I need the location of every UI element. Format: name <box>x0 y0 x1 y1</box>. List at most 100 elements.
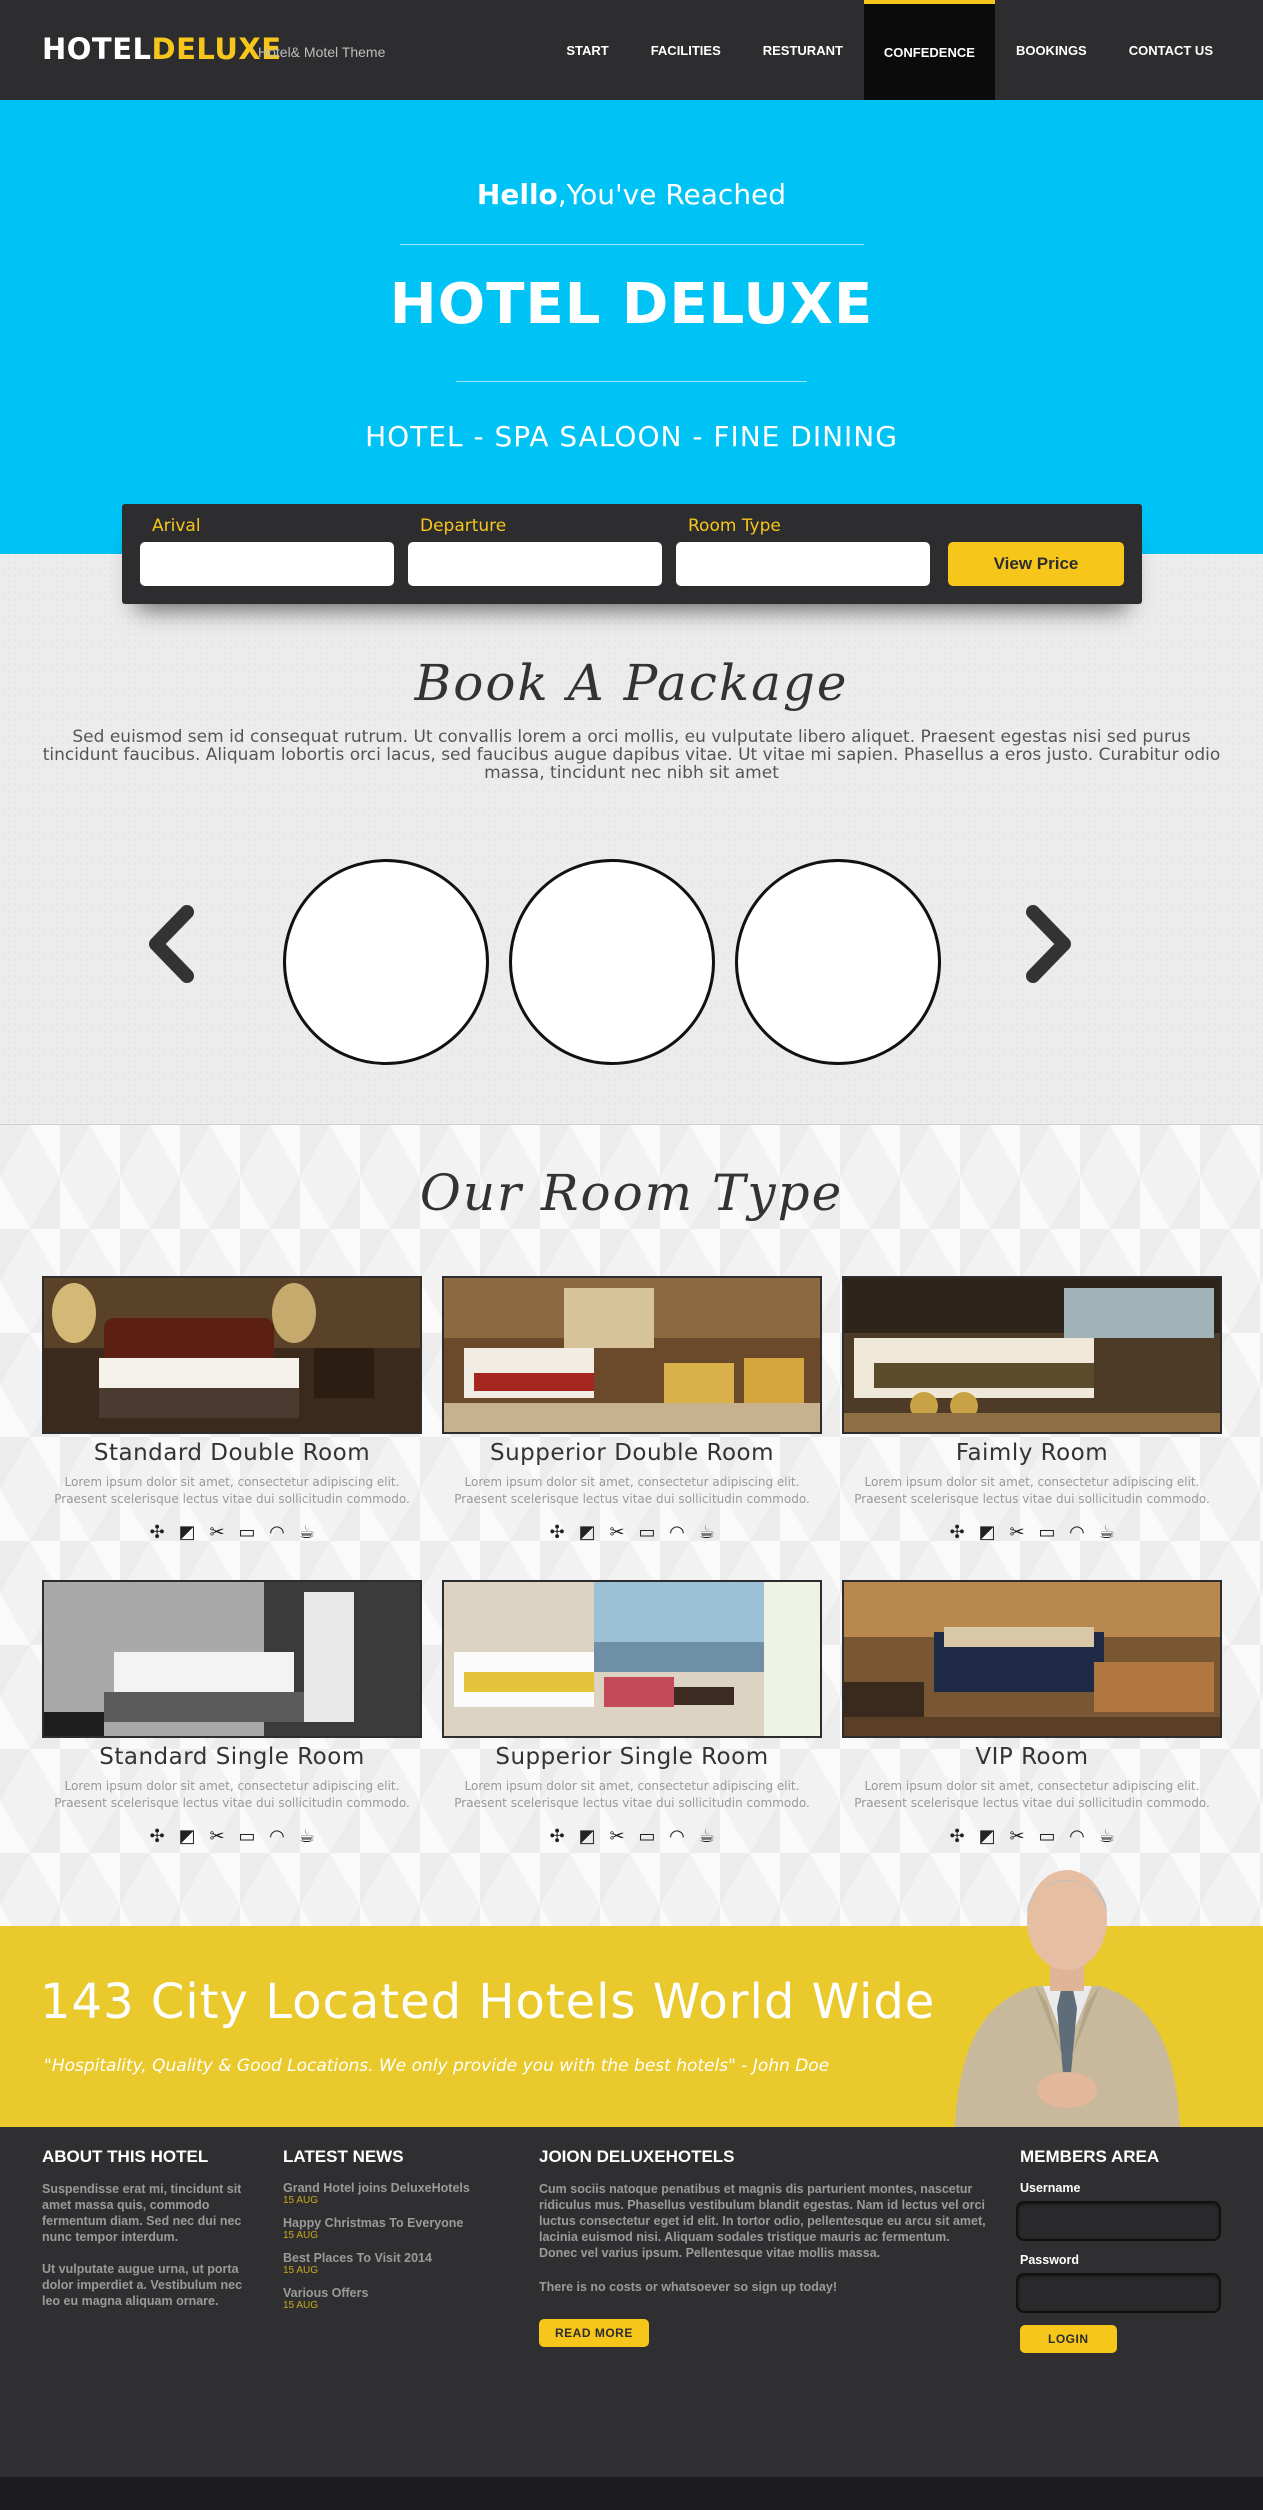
coffee-icon: ☕ <box>698 1826 716 1847</box>
main-nav: START FACILITIES RESTURANT CONFEDENCE BO… <box>545 0 1263 100</box>
iron-icon: ✂ <box>609 1522 625 1543</box>
view-price-button[interactable]: View Price <box>948 542 1124 586</box>
wifi-icon: ◠ <box>269 1522 285 1543</box>
hair-dryer-icon: ◩ <box>178 1826 196 1847</box>
hero-divider-top <box>400 244 864 245</box>
room-type-field-group: Room Type <box>676 516 930 586</box>
join-heading: JOION DELUXEHOTELS <box>539 2147 735 2166</box>
room-name: Faimly Room <box>955 1440 1109 1466</box>
room-photo[interactable] <box>842 1580 1222 1738</box>
wifi-icon: ◠ <box>1069 1826 1085 1847</box>
banner-quote: "Hospitality, Quality & Good Locations. … <box>44 2056 830 2076</box>
about-heading: ABOUT THIS HOTEL <box>42 2147 209 2166</box>
nav-contact-us[interactable]: CONTACT US <box>1108 0 1263 100</box>
nav-confedence[interactable]: CONFEDENCE <box>863 0 995 100</box>
nav-bookings[interactable]: BOOKINGS <box>995 0 1108 100</box>
news-item[interactable]: Grand Hotel joins DeluxeHotels 15 AUG <box>283 2181 503 2206</box>
news-date: 15 AUG <box>283 2230 319 2241</box>
nav-resturant[interactable]: RESTURANT <box>742 0 864 100</box>
room-photo[interactable] <box>842 1276 1222 1434</box>
login-button[interactable]: LOGIN <box>1020 2325 1117 2353</box>
read-more-button[interactable]: READ MORE <box>539 2319 649 2347</box>
username-input[interactable] <box>1016 2201 1221 2241</box>
password-input[interactable] <box>1016 2273 1221 2313</box>
coffee-icon: ☕ <box>298 1522 316 1543</box>
package-slide-3[interactable] <box>735 859 941 1065</box>
news-title[interactable]: Happy Christmas To Everyone <box>283 2216 503 2230</box>
room-card[interactable]: Supperior Double Room Lorem ipsum dolor … <box>442 1276 822 1566</box>
package-slide-2[interactable] <box>509 859 715 1065</box>
room-name: Supperior Single Room <box>495 1744 769 1770</box>
room-card[interactable]: Standard Single Room Lorem ipsum dolor s… <box>42 1580 422 1870</box>
departure-field-group: Departure <box>408 516 662 586</box>
arrival-label: Arival <box>152 516 201 536</box>
members-heading: MEMBERS AREA <box>1020 2147 1160 2166</box>
room-photo[interactable] <box>442 1580 822 1738</box>
carousel-prev-icon[interactable] <box>142 894 202 994</box>
join-text: Cum sociis natoque penatibus et magnis d… <box>539 2182 986 2260</box>
news-title[interactable]: Best Places To Visit 2014 <box>283 2251 503 2265</box>
hero-title: HOTEL DELUXE <box>389 272 874 337</box>
fan-icon: ✣ <box>149 1826 165 1847</box>
room-amenities: ✣ ◩ ✂ ▭ ◠ ☕ <box>442 1522 822 1543</box>
package-slide-1[interactable] <box>283 859 489 1065</box>
room-description: Lorem ipsum dolor sit amet, consectetur … <box>854 1779 1210 1810</box>
bottom-bar <box>0 2477 1263 2510</box>
fan-icon: ✣ <box>949 1522 965 1543</box>
wifi-icon: ◠ <box>669 1522 685 1543</box>
wifi-icon: ◠ <box>1069 1522 1085 1543</box>
arrival-input[interactable] <box>140 542 394 586</box>
hair-dryer-icon: ◩ <box>178 1522 196 1543</box>
tv-icon: ▭ <box>1038 1522 1056 1543</box>
hero-greeting: Hello,You've Reached <box>0 178 1263 211</box>
book-package-section: Book A Package Sed euismod sem id conseq… <box>0 554 1263 1125</box>
footer-join: JOION DELUXEHOTELS Cum sociis natoque pe… <box>539 2147 989 2347</box>
news-title[interactable]: Various Offers <box>283 2286 503 2300</box>
room-name: Standard Double Room <box>93 1440 371 1466</box>
join-note: There is no costs or whatsoever so sign … <box>539 2280 837 2294</box>
package-title: Book A Package <box>414 654 849 712</box>
footer: ABOUT THIS HOTEL Suspendisse erat mi, ti… <box>0 2127 1263 2477</box>
password-label: Password <box>1020 2253 1080 2267</box>
hero-hello-bold: Hello <box>476 178 558 211</box>
tv-icon: ▭ <box>1038 1826 1056 1847</box>
room-amenities: ✣ ◩ ✂ ▭ ◠ ☕ <box>842 1826 1222 1847</box>
room-amenities: ✣ ◩ ✂ ▭ ◠ ☕ <box>42 1826 422 1847</box>
room-photo[interactable] <box>42 1580 422 1738</box>
room-type-input[interactable] <box>676 542 930 586</box>
footer-news: LATEST NEWS Grand Hotel joins DeluxeHote… <box>283 2147 503 2321</box>
room-card[interactable]: Standard Double Room Lorem ipsum dolor s… <box>42 1276 422 1566</box>
room-type-label: Room Type <box>688 516 781 536</box>
news-item[interactable]: Happy Christmas To Everyone 15 AUG <box>283 2216 503 2241</box>
news-date: 15 AUG <box>283 2265 319 2276</box>
room-name: VIP Room <box>975 1744 1089 1770</box>
about-text-2: Ut vulputate augue urna, ut porta dolor … <box>42 2262 243 2308</box>
arrival-field-group: Arival <box>140 516 394 586</box>
room-card[interactable]: VIP Room Lorem ipsum dolor sit amet, con… <box>842 1580 1222 1870</box>
news-item[interactable]: Various Offers 15 AUG <box>283 2286 503 2311</box>
logo[interactable]: HOTELDELUXE <box>42 32 282 66</box>
hair-dryer-icon: ◩ <box>578 1522 596 1543</box>
room-card[interactable]: Faimly Room Lorem ipsum dolor sit amet, … <box>842 1276 1222 1566</box>
departure-input[interactable] <box>408 542 662 586</box>
hero-subtitle: HOTEL - SPA SALOON - FINE DINING <box>365 420 898 453</box>
room-card[interactable]: Supperior Single Room Lorem ipsum dolor … <box>442 1580 822 1870</box>
nav-facilities[interactable]: FACILITIES <box>630 0 742 100</box>
nav-start[interactable]: START <box>545 0 629 100</box>
iron-icon: ✂ <box>209 1826 225 1847</box>
news-title[interactable]: Grand Hotel joins DeluxeHotels <box>283 2181 503 2195</box>
room-description: Lorem ipsum dolor sit amet, consectetur … <box>454 1779 810 1810</box>
hair-dryer-icon: ◩ <box>978 1522 996 1543</box>
coffee-icon: ☕ <box>298 1826 316 1847</box>
hair-dryer-icon: ◩ <box>578 1826 596 1847</box>
header: HOTELDELUXE Hotel& Motel Theme START FAC… <box>0 0 1263 100</box>
room-photo[interactable] <box>442 1276 822 1434</box>
carousel-next-icon[interactable] <box>1018 894 1078 994</box>
fan-icon: ✣ <box>949 1826 965 1847</box>
news-item[interactable]: Best Places To Visit 2014 15 AUG <box>283 2251 503 2276</box>
coffee-icon: ☕ <box>1098 1826 1116 1847</box>
booking-form: Arival Departure Room Type View Price <box>122 504 1142 604</box>
room-photo[interactable] <box>42 1276 422 1434</box>
tv-icon: ▭ <box>638 1826 656 1847</box>
tv-icon: ▭ <box>238 1826 256 1847</box>
